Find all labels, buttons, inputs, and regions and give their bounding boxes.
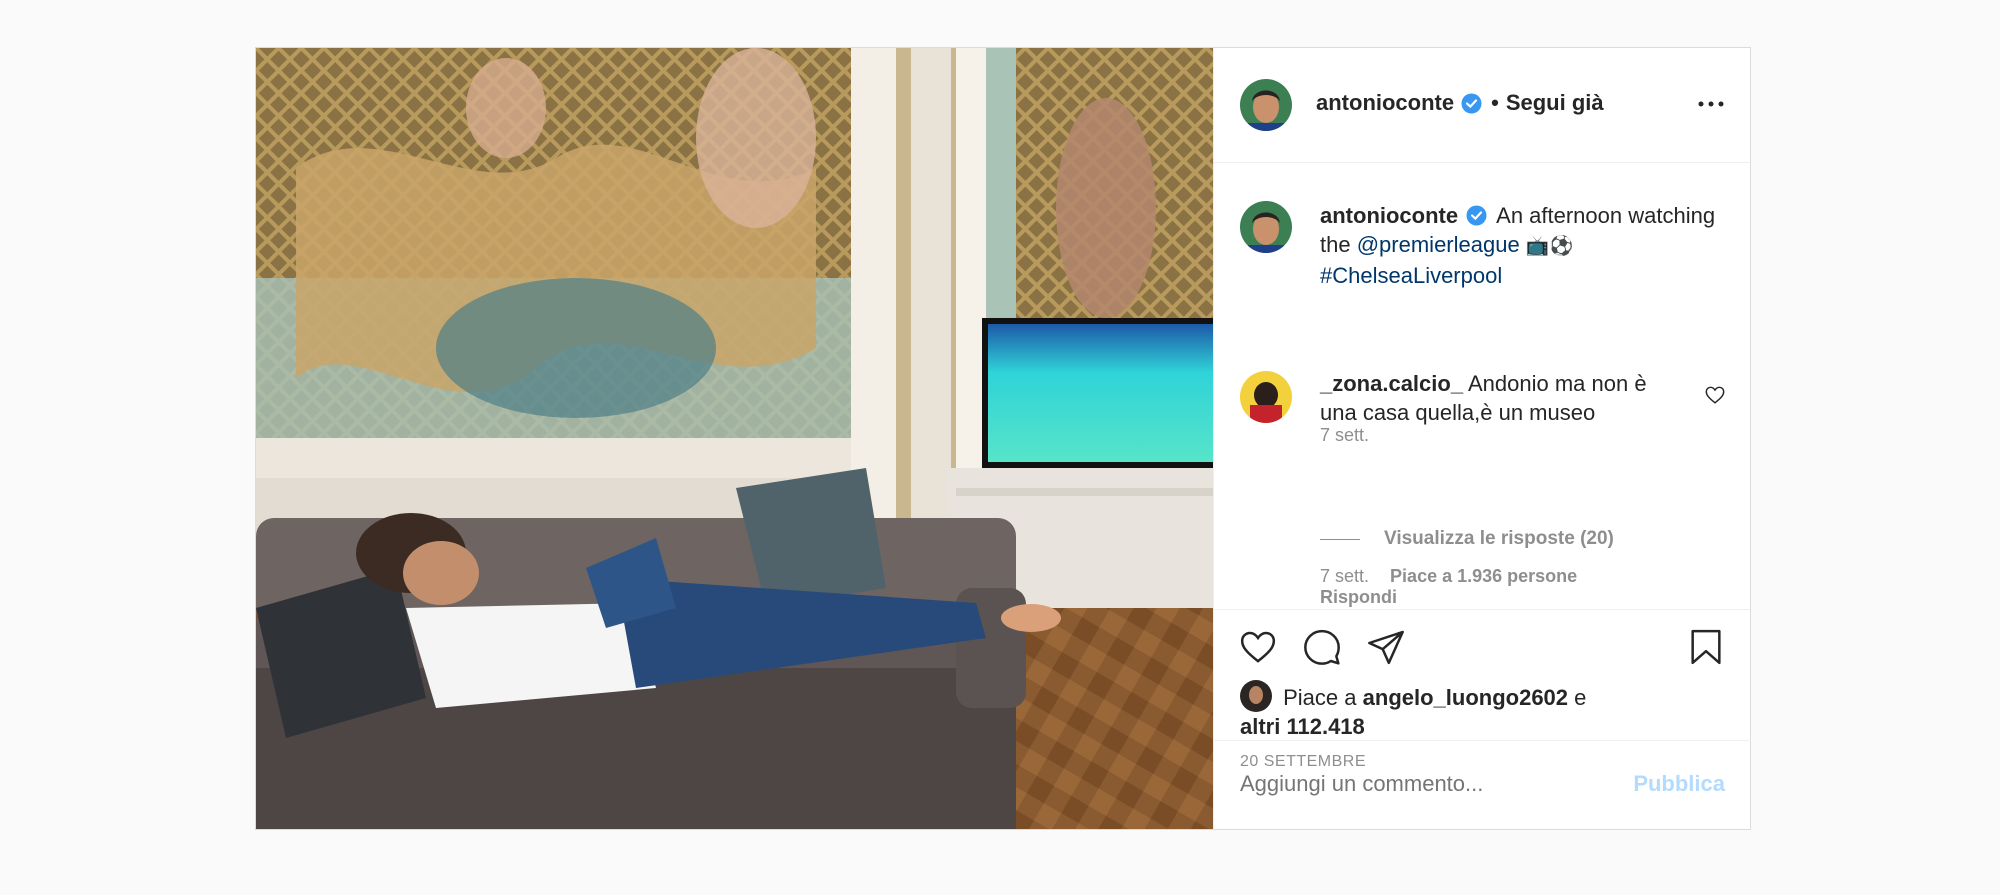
comment-icon[interactable] — [1302, 627, 1342, 667]
caption-emojis: 📺⚽ — [1525, 235, 1574, 257]
comments-area[interactable]: antonioconte An afternoon watching the @… — [1214, 163, 1750, 610]
likes-prefix: Piace a — [1283, 685, 1357, 710]
view-replies-label: Visualizza le risposte (20) — [1384, 528, 1614, 549]
post-header: antonioconte • Segui già — [1214, 48, 1750, 163]
post-image — [256, 48, 1213, 829]
comment-time[interactable]: 7 sett. — [1320, 566, 1369, 586]
post-side-panel: antonioconte • Segui già antonioconte An… — [1213, 48, 1751, 829]
reply-button[interactable]: Rispondi — [1320, 587, 1397, 607]
publish-button[interactable]: Pubblica — [1633, 771, 1725, 797]
verified-icon — [1466, 204, 1487, 226]
commenter-avatar[interactable] — [1240, 371, 1292, 423]
share-icon[interactable] — [1366, 627, 1406, 667]
liker-avatar[interactable] — [1240, 680, 1272, 712]
likes-summary: Piace a angelo_luongo2602 e altri 112.41… — [1240, 680, 1720, 741]
caption-username[interactable]: antonioconte — [1320, 203, 1458, 228]
separator-dot: • — [1491, 90, 1499, 115]
liker-username[interactable]: angelo_luongo2602 — [1363, 685, 1568, 710]
add-comment-bar: Pubblica — [1214, 740, 1751, 829]
author-avatar[interactable] — [1240, 79, 1292, 131]
caption-text: antonioconte An afternoon watching the @… — [1320, 201, 1740, 290]
view-replies[interactable]: Visualizza le risposte (20) — [1320, 528, 1614, 550]
commenter-username[interactable]: _zona.calcio_ — [1320, 371, 1463, 396]
heart-icon[interactable] — [1238, 627, 1278, 667]
post-photo[interactable] — [256, 48, 1213, 829]
mention-link[interactable]: @premierleague — [1357, 232, 1520, 257]
more-icon[interactable] — [1696, 92, 1726, 116]
caption-avatar[interactable] — [1240, 201, 1292, 253]
comment-input[interactable] — [1240, 771, 1600, 797]
bookmark-icon[interactable] — [1686, 627, 1726, 667]
likes-others[interactable]: altri 112.418 — [1240, 714, 1365, 739]
likes-connector: e — [1574, 685, 1587, 710]
comment-meta: 7 sett. Piace a 1.936 persone Rispondi — [1320, 566, 1650, 608]
author-username[interactable]: antonioconte — [1316, 90, 1454, 116]
comment-text: _zona.calcio_ Andonio ma non è una casa … — [1320, 369, 1680, 427]
action-bar — [1214, 611, 1751, 671]
replies-divider — [1320, 538, 1360, 540]
comment-likes[interactable]: Piace a 1.936 persone — [1390, 566, 1577, 586]
follow-status-button[interactable]: Segui già — [1506, 90, 1604, 116]
hashtag-link[interactable]: #ChelseaLiverpool — [1320, 263, 1502, 288]
small-heart-icon[interactable] — [1704, 384, 1726, 406]
instagram-post: antonioconte • Segui già antonioconte An… — [255, 47, 1751, 830]
author-header: antonioconte • Segui già — [1316, 90, 1604, 116]
caption-time[interactable]: 7 sett. — [1320, 425, 1369, 446]
verified-icon — [1461, 93, 1482, 114]
